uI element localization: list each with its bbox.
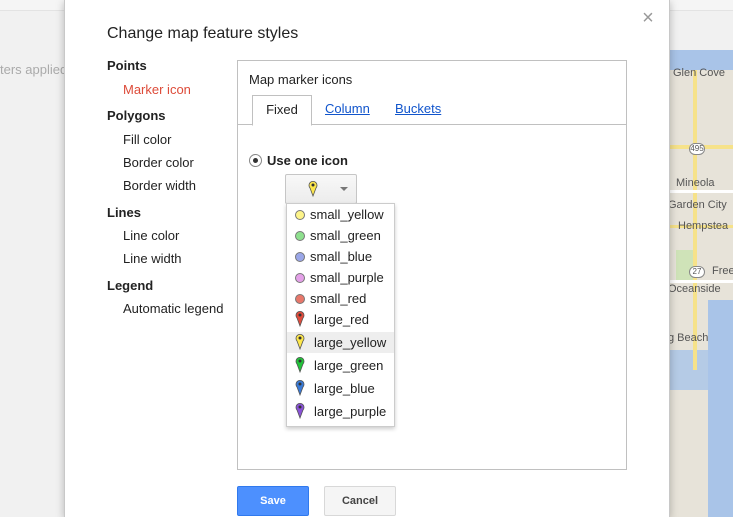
tab-fixed[interactable]: Fixed <box>252 95 312 126</box>
change-map-styles-dialog: × Change map feature styles Points Marke… <box>64 0 670 517</box>
route-495-shield: 495 <box>689 143 705 155</box>
sidebar-item-automatic-legend[interactable]: Automatic legend <box>123 301 223 316</box>
icon-option-label: large_red <box>314 312 369 327</box>
app-left-panel: ters applied <box>0 11 66 517</box>
icon-option-label: small_blue <box>310 249 373 264</box>
sidebar-item-marker-icon[interactable]: Marker icon <box>123 82 191 97</box>
sidebar-group-polygons: Polygons <box>107 108 166 123</box>
sidebar-item-border-color[interactable]: Border color <box>123 155 194 170</box>
close-icon[interactable]: × <box>640 8 656 28</box>
pin-icon <box>295 356 305 374</box>
icon-option-label: large_green <box>314 358 384 373</box>
map-label-hempstead: Hempstea <box>678 220 729 232</box>
route-27-shield: 27 <box>689 266 705 278</box>
sidebar-group-points: Points <box>107 58 147 73</box>
tab-buckets[interactable]: Buckets <box>395 95 441 123</box>
icon-option-small-red[interactable]: small_red <box>287 288 394 309</box>
map-label-free: Free <box>712 265 733 277</box>
dot-icon <box>295 210 305 220</box>
icon-option-label: large_yellow <box>314 335 387 350</box>
pin-icon <box>295 310 305 328</box>
icon-option-large-purple[interactable]: large_purple <box>287 401 394 422</box>
sidebar-group-lines: Lines <box>107 205 141 220</box>
sidebar-item-line-color[interactable]: Line color <box>123 228 179 243</box>
sidebar-item-line-width[interactable]: Line width <box>123 251 182 266</box>
tab-column[interactable]: Column <box>325 95 370 123</box>
map-label-glen-cove: Glen Cove <box>673 67 725 79</box>
icon-option-label: small_purple <box>310 270 384 285</box>
use-one-icon-option[interactable]: Use one icon <box>249 153 348 168</box>
icon-option-label: small_yellow <box>310 207 384 222</box>
sidebar-group-legend: Legend <box>107 278 154 293</box>
cancel-button[interactable]: Cancel <box>324 486 396 516</box>
filter-status-text: ters applied <box>0 62 66 77</box>
icon-option-small-green[interactable]: small_green <box>287 225 394 246</box>
pin-icon <box>295 379 305 397</box>
icon-option-large-green[interactable]: large_green <box>287 355 394 376</box>
dot-icon <box>295 231 305 241</box>
icon-option-small-purple[interactable]: small_purple <box>287 267 394 288</box>
icon-option-label: large_blue <box>314 381 375 396</box>
dot-icon <box>295 252 305 262</box>
icon-option-label: large_purple <box>314 404 387 419</box>
use-one-icon-radio[interactable] <box>249 154 262 167</box>
icon-option-small-blue[interactable]: small_blue <box>287 246 394 267</box>
map-label-garden-city: Garden City <box>668 199 727 211</box>
sidebar-item-border-width[interactable]: Border width <box>123 178 196 193</box>
map-label-mineola: Mineola <box>676 177 715 189</box>
map-label-beach: g Beach <box>668 332 709 344</box>
map-view[interactable]: Glen Cove 495 Mineola Garden City Hempst… <box>668 50 733 517</box>
panel-title: Map marker icons <box>249 72 353 87</box>
icon-option-label: small_green <box>310 228 381 243</box>
sidebar-item-fill-color[interactable]: Fill color <box>123 132 171 147</box>
icon-dropdown-menu: small_yellow small_green small_blue small_p… <box>286 203 395 427</box>
map-water <box>708 300 733 517</box>
icon-option-large-yellow[interactable]: large_yellow <box>287 332 394 353</box>
pin-icon <box>295 333 305 351</box>
pin-icon <box>295 402 305 420</box>
dot-icon <box>295 273 305 283</box>
marker-icons-panel: Map marker icons Fixed Column Buckets Us… <box>237 60 627 470</box>
map-water <box>668 350 733 390</box>
icon-option-large-red[interactable]: large_red <box>287 309 394 330</box>
chevron-down-icon <box>340 187 348 191</box>
map-road <box>668 190 733 193</box>
dialog-title: Change map feature styles <box>107 25 299 42</box>
dot-icon <box>295 294 305 304</box>
icon-option-small-yellow[interactable]: small_yellow <box>287 204 394 225</box>
selected-pin-icon <box>308 180 318 200</box>
icon-select-dropdown[interactable] <box>285 174 357 204</box>
use-one-icon-label: Use one icon <box>267 153 348 168</box>
icon-option-label: small_red <box>310 291 367 306</box>
map-label-oceanside: Oceanside <box>668 283 721 295</box>
save-button[interactable]: Save <box>237 486 309 516</box>
icon-option-large-blue[interactable]: large_blue <box>287 378 394 399</box>
